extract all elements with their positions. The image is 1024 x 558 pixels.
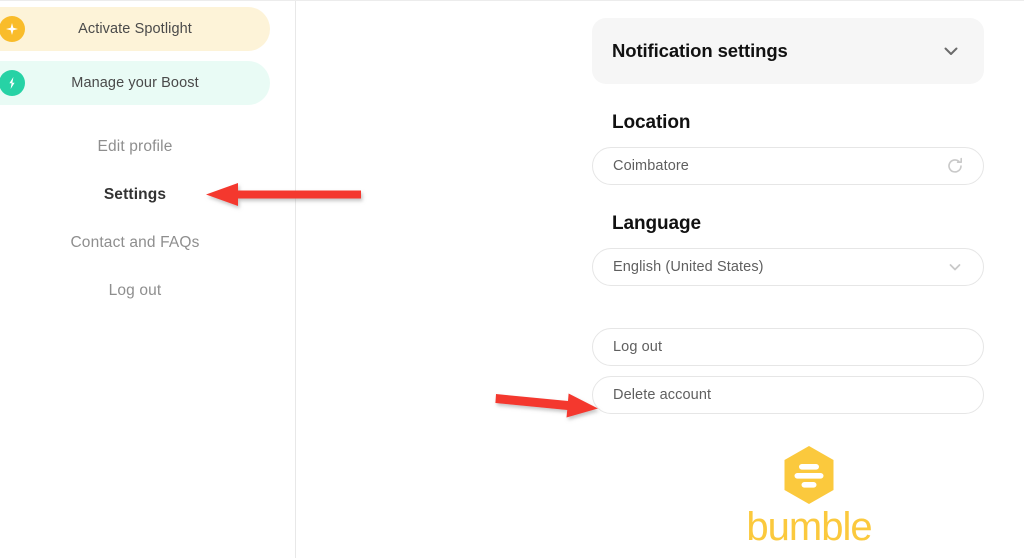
sidebar-item-label: Settings bbox=[103, 186, 167, 203]
bumble-wordmark: bumble bbox=[746, 505, 872, 549]
notification-settings-title: Notification settings bbox=[612, 40, 788, 61]
location-field[interactable]: Coimbatore bbox=[592, 147, 984, 185]
bumble-hexagon-icon bbox=[784, 446, 834, 504]
language-select[interactable]: English (United States) bbox=[592, 248, 984, 286]
chevron-down-icon[interactable] bbox=[940, 40, 962, 62]
manage-boost-button[interactable]: Manage your Boost bbox=[0, 61, 270, 105]
chevron-down-icon[interactable] bbox=[945, 257, 965, 277]
sidebar-item-label: Edit profile bbox=[97, 138, 173, 155]
manage-boost-label: Manage your Boost bbox=[71, 75, 199, 91]
main-content: Notification settings Location Coimbator… bbox=[297, 1, 1024, 558]
settings-page: Activate Spotlight Manage your Boost Edi… bbox=[0, 0, 1024, 558]
notification-settings-header[interactable]: Notification settings bbox=[592, 18, 984, 84]
activate-spotlight-button[interactable]: Activate Spotlight bbox=[0, 7, 270, 51]
sidebar-item-label: Log out bbox=[108, 282, 162, 299]
log-out-label: Log out bbox=[613, 339, 663, 355]
lightning-bolt-icon bbox=[0, 70, 25, 96]
sidebar-item-log-out[interactable]: Log out bbox=[0, 267, 270, 315]
bumble-logo: bumble bbox=[594, 438, 1024, 558]
location-value: Coimbatore bbox=[613, 158, 689, 174]
settings-column: Notification settings Location Coimbator… bbox=[592, 1, 984, 414]
log-out-button[interactable]: Log out bbox=[592, 328, 984, 366]
sidebar-item-label: Contact and FAQs bbox=[70, 234, 200, 251]
delete-account-label: Delete account bbox=[613, 387, 712, 403]
location-heading: Location bbox=[612, 112, 691, 133]
language-value: English (United States) bbox=[613, 259, 764, 275]
delete-account-button[interactable]: Delete account bbox=[592, 376, 984, 414]
sparkle-icon bbox=[0, 16, 25, 42]
refresh-icon[interactable] bbox=[945, 156, 965, 176]
sidebar-item-contact-and-faqs[interactable]: Contact and FAQs bbox=[0, 219, 270, 267]
sidebar-item-settings[interactable]: Settings bbox=[0, 171, 270, 219]
sidebar: Activate Spotlight Manage your Boost Edi… bbox=[0, 1, 296, 558]
sidebar-nav: Edit profile Settings Contact and FAQs L… bbox=[0, 123, 270, 315]
sidebar-item-edit-profile[interactable]: Edit profile bbox=[0, 123, 270, 171]
activate-spotlight-label: Activate Spotlight bbox=[78, 21, 192, 37]
language-heading: Language bbox=[612, 213, 701, 234]
